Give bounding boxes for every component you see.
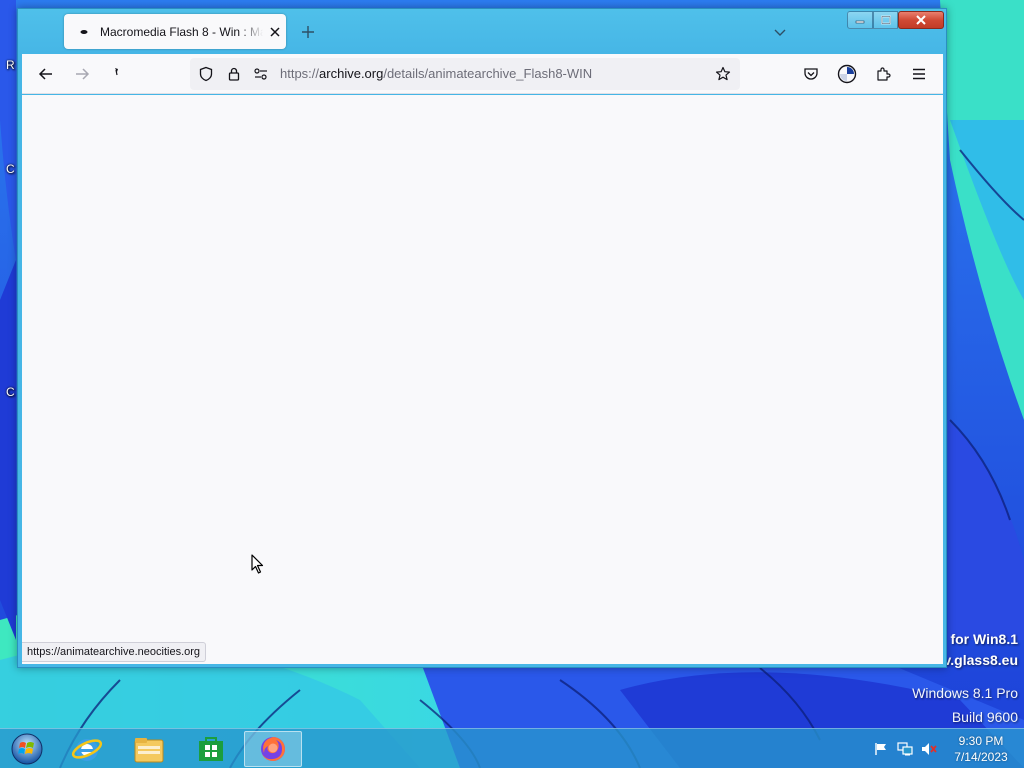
shield-icon[interactable]	[198, 66, 214, 82]
url-path: /details/animatearchive_Flash8-WIN	[383, 66, 593, 81]
desktop-icon-label[interactable]: C	[6, 162, 15, 176]
extensions-icon	[877, 67, 891, 81]
os-edition-label: Windows 8.1 Pro	[912, 685, 1018, 701]
menu-icon	[913, 68, 925, 80]
bookmark-star-icon[interactable]	[715, 66, 731, 82]
lock-icon[interactable]	[226, 66, 242, 82]
browser-window[interactable]: Macromedia Flash 8 - Win : Macromedia : …	[17, 8, 947, 668]
new-tab-button[interactable]	[298, 22, 318, 42]
close-icon[interactable]	[266, 23, 284, 41]
clock-date: 7/14/2023	[954, 750, 1008, 764]
minimize-button[interactable]	[847, 11, 873, 29]
status-link-preview: https://animatearchive.neocities.org	[22, 642, 207, 662]
glass-watermark-line1: for Win8.1	[950, 631, 1018, 647]
start-orb-icon	[11, 733, 43, 765]
restore-button[interactable]	[873, 11, 898, 29]
permissions-icon[interactable]	[253, 66, 269, 82]
system-clock[interactable]: 9:30 PM 7/14/2023	[946, 733, 1016, 765]
clock-time: 9:30 PM	[958, 734, 1004, 748]
extensions-button[interactable]	[871, 62, 895, 86]
loading-throbber-icon	[115, 68, 118, 76]
network-icon[interactable]	[897, 741, 913, 757]
address-bar[interactable]: https://archive.org/details/animatearchi…	[190, 58, 740, 90]
window-close-button[interactable]	[898, 11, 944, 29]
mouse-cursor-icon	[251, 554, 264, 574]
firefox-icon	[261, 737, 285, 761]
tab-list-button[interactable]	[770, 22, 790, 42]
loading-dots-icon	[76, 24, 92, 40]
account-icon	[837, 64, 857, 84]
internet-explorer-icon	[71, 739, 103, 761]
account-button[interactable]	[835, 62, 859, 86]
page-content[interactable]: https://animatearchive.neocities.org	[22, 95, 943, 664]
url-text[interactable]: https://archive.org/details/animatearchi…	[280, 66, 592, 81]
minimize-icon	[855, 20, 865, 24]
taskbar-firefox[interactable]	[244, 731, 302, 767]
store-icon	[199, 737, 223, 761]
folder-icon	[134, 738, 164, 763]
restore-icon	[880, 15, 891, 25]
start-button[interactable]	[0, 731, 54, 767]
desktop-icon-label[interactable]: R	[6, 58, 15, 72]
back-button[interactable]	[34, 62, 58, 86]
url-host: archive.org	[319, 66, 384, 81]
desktop-icon-label[interactable]: C	[6, 385, 15, 399]
navigation-toolbar: https://archive.org/details/animatearchi…	[22, 54, 943, 94]
close-icon	[916, 15, 926, 25]
stop-reload-button[interactable]	[105, 62, 129, 86]
pocket-icon	[804, 68, 818, 80]
pocket-button[interactable]	[799, 62, 823, 86]
app-menu-button[interactable]	[907, 62, 931, 86]
taskbar-internet-explorer[interactable]	[58, 731, 116, 767]
glass-watermark-line2: v.glass8.eu	[943, 652, 1018, 668]
browser-tab[interactable]: Macromedia Flash 8 - Win : Macromedia : …	[64, 14, 286, 49]
os-build-label: Build 9600	[951, 709, 1018, 725]
url-scheme: https://	[280, 66, 320, 81]
taskbar-windows-store[interactable]	[182, 731, 240, 767]
plus-icon	[302, 26, 314, 38]
chevron-down-icon	[774, 29, 786, 36]
flag-icon[interactable]	[873, 741, 889, 757]
arrow-left-icon	[38, 68, 52, 80]
tab-title: Macromedia Flash 8 - Win : Macromedia : …	[100, 24, 263, 39]
forward-button[interactable]	[70, 62, 94, 86]
taskbar: 9:30 PM 7/14/2023	[0, 728, 1024, 768]
taskbar-file-explorer[interactable]	[120, 731, 178, 767]
volume-muted-icon[interactable]	[921, 741, 937, 757]
arrow-right-icon	[76, 68, 90, 80]
